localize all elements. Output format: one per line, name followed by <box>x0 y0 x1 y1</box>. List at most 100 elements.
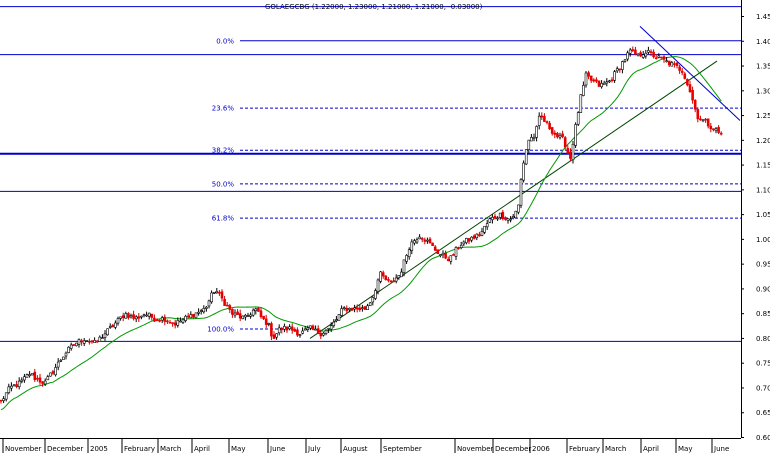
candle-body <box>298 334 302 336</box>
candle-body <box>59 360 63 362</box>
candle-body <box>407 249 411 257</box>
candle-body <box>569 151 572 159</box>
candle-body <box>220 291 224 299</box>
candle-body <box>301 330 304 334</box>
candle-body <box>194 312 198 319</box>
candle-body <box>267 323 271 325</box>
candle-body <box>98 336 102 342</box>
candle-body <box>337 314 341 321</box>
candle-body <box>485 223 489 228</box>
candle-body <box>509 218 512 221</box>
x-tick-label: February <box>124 445 155 453</box>
y-tick-label: 1.25 <box>756 112 770 120</box>
candle-body <box>140 315 143 318</box>
y-tick-label: 1.15 <box>756 162 770 170</box>
candle-body <box>652 51 655 58</box>
candle-body <box>249 314 252 317</box>
y-tick-label: 0.90 <box>756 285 770 293</box>
candle-body <box>319 333 323 337</box>
candle-body <box>644 52 648 57</box>
candle-body <box>584 72 588 86</box>
candle-body <box>85 340 89 342</box>
candle-body <box>327 328 330 330</box>
candle-body <box>524 149 528 165</box>
x-tick-label: May <box>678 445 692 453</box>
candle-body <box>184 315 187 321</box>
candle-body <box>561 133 564 137</box>
x-tick-label: April <box>643 445 659 453</box>
candle-body <box>158 320 161 322</box>
candle-body <box>116 318 120 324</box>
candle-body <box>433 246 437 251</box>
candle-body <box>647 50 650 53</box>
x-tick-label: November <box>457 445 494 453</box>
candle-body <box>605 81 609 84</box>
candle-body <box>397 275 401 279</box>
x-tick-label: December <box>47 445 83 453</box>
candle-body <box>579 94 583 113</box>
candle-body <box>38 377 42 383</box>
candle-body <box>496 217 499 220</box>
candle-body <box>543 115 546 122</box>
candle-body <box>545 121 549 123</box>
candle-body <box>558 134 562 138</box>
candle-body <box>649 51 653 53</box>
candle-body <box>368 302 372 306</box>
candle-body <box>173 322 177 326</box>
candle-body <box>537 115 541 126</box>
x-tick-label: 2005 <box>90 445 108 453</box>
candle-body <box>686 79 689 86</box>
y-tick-label: 1.20 <box>756 137 770 145</box>
chart-title: GOLAEGCBG (1.22000, 1.23000, 1.21000, 1.… <box>265 3 483 11</box>
candle-body <box>361 307 364 309</box>
candle-body <box>72 344 76 346</box>
candle-body <box>608 80 611 83</box>
candle-body <box>428 238 432 244</box>
candle-body <box>212 291 216 294</box>
x-tick-label: November <box>5 445 42 453</box>
candle-body <box>522 162 525 181</box>
candle-body <box>137 316 141 319</box>
candle-body <box>394 277 398 282</box>
candle-body <box>439 254 442 256</box>
candle-body <box>379 271 382 282</box>
candle-body <box>454 247 458 257</box>
candle-body <box>623 59 627 62</box>
candle-body <box>348 308 351 310</box>
candle-body <box>17 380 21 388</box>
candle-body <box>582 85 585 96</box>
candle-body <box>127 313 130 319</box>
candle-body <box>418 236 421 240</box>
x-tick-label: August <box>343 445 368 453</box>
candle-body <box>506 218 510 221</box>
y-tick-label: 0.70 <box>756 384 770 392</box>
candle-body <box>228 305 232 310</box>
candle-body <box>358 307 362 311</box>
candle-body <box>459 244 463 248</box>
candle-body <box>478 234 481 237</box>
candle-body <box>12 384 16 387</box>
candle-body <box>493 215 497 219</box>
candle-body <box>600 83 603 88</box>
candle-body <box>540 115 544 118</box>
candle-body <box>660 56 663 59</box>
candle-body <box>145 314 148 317</box>
candle-body <box>415 239 419 243</box>
candle-body <box>36 377 39 380</box>
y-tick-label: 1.30 <box>756 87 770 95</box>
candle-body <box>275 333 278 338</box>
candle-body <box>290 326 294 331</box>
candle-body <box>384 275 388 280</box>
candle-body <box>615 68 619 72</box>
candle-body <box>441 252 445 256</box>
candle-body <box>46 376 50 381</box>
y-tick-label: 0.85 <box>756 310 770 318</box>
candle-body <box>49 372 52 377</box>
candle-body <box>67 346 70 353</box>
candle-body <box>342 307 346 309</box>
candle-body <box>254 308 258 312</box>
fib-label: 38.2% <box>212 147 235 155</box>
candle-body <box>142 314 146 317</box>
candle-body <box>712 128 715 131</box>
x-tick-label: June <box>269 445 285 453</box>
